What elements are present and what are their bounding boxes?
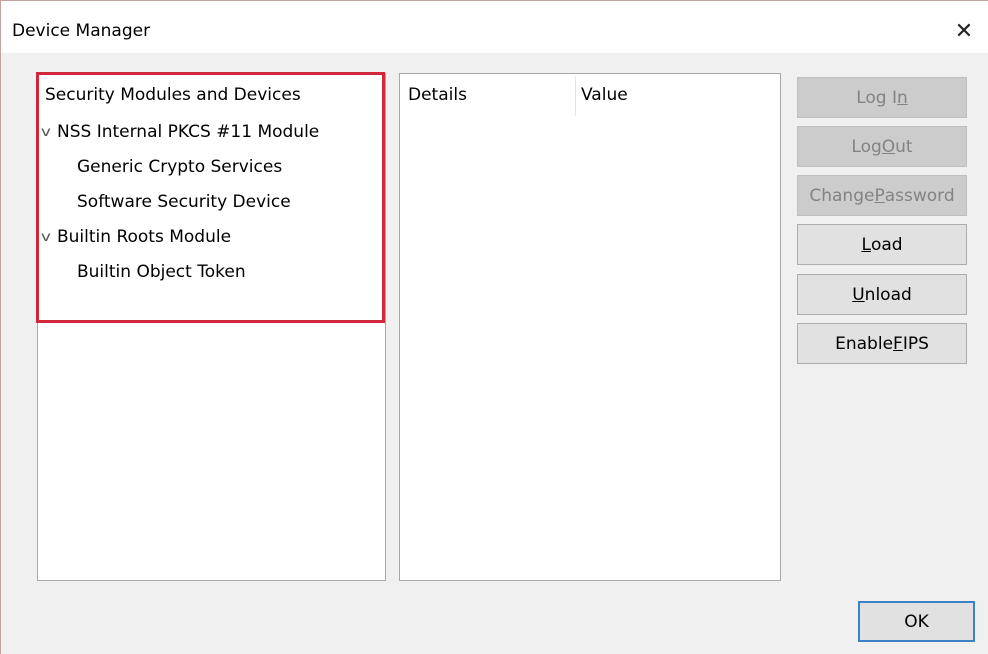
button-label: Log I bbox=[856, 87, 897, 108]
button-label: Change bbox=[809, 185, 875, 206]
button-label: IPS bbox=[902, 333, 929, 354]
title-bar: Device Manager ✕ bbox=[1, 1, 988, 53]
details-column-header[interactable]: Details bbox=[408, 85, 467, 105]
tree-item-label: Generic Crypto Services bbox=[77, 157, 283, 177]
enable-fips-button[interactable]: Enable F IPS bbox=[797, 323, 967, 364]
button-label: Log bbox=[851, 136, 882, 157]
ok-button[interactable]: OK bbox=[858, 601, 975, 642]
window-title: Device Manager bbox=[12, 21, 151, 41]
button-label: assword bbox=[884, 185, 955, 206]
tree-item-builtin-object-token[interactable]: Builtin Object Token bbox=[77, 257, 246, 287]
access-key: F bbox=[893, 333, 903, 354]
tree-column-header: Security Modules and Devices bbox=[45, 85, 301, 105]
log-in-button[interactable]: Log In bbox=[797, 77, 967, 118]
tree-item-software-security-device[interactable]: Software Security Device bbox=[77, 187, 291, 217]
tree-item-label: Builtin Roots Module bbox=[57, 227, 232, 247]
tree-item-builtin-roots-module[interactable]: v Builtin Roots Module bbox=[41, 222, 232, 252]
access-key: P bbox=[874, 185, 885, 206]
tree-item-nss-internal-module[interactable]: v NSS Internal PKCS #11 Module bbox=[41, 117, 320, 147]
change-password-button[interactable]: Change Password bbox=[797, 175, 967, 216]
access-key: U bbox=[852, 284, 865, 305]
access-key: n bbox=[897, 87, 908, 108]
load-button[interactable]: Load bbox=[797, 224, 967, 265]
chevron-down-icon[interactable]: v bbox=[41, 125, 59, 140]
tree-item-label: Software Security Device bbox=[77, 192, 291, 212]
tree-item-label: Builtin Object Token bbox=[77, 262, 246, 282]
button-label: ut bbox=[895, 136, 913, 157]
close-icon[interactable]: ✕ bbox=[942, 11, 986, 51]
access-key: L bbox=[861, 234, 871, 255]
tree-item-label: NSS Internal PKCS #11 Module bbox=[57, 122, 320, 142]
details-list[interactable]: Details Value bbox=[399, 73, 781, 581]
button-label: nload bbox=[864, 284, 912, 305]
button-label: Enable bbox=[835, 333, 894, 354]
device-manager-window: Device Manager ✕ Security Modules and De… bbox=[0, 0, 988, 654]
chevron-down-icon[interactable]: v bbox=[41, 230, 59, 245]
log-out-button[interactable]: Log Out bbox=[797, 126, 967, 167]
button-label: oad bbox=[870, 234, 903, 255]
column-divider[interactable] bbox=[575, 76, 576, 116]
access-key: O bbox=[881, 136, 896, 157]
tree-item-generic-crypto-services[interactable]: Generic Crypto Services bbox=[77, 152, 282, 182]
value-column-header[interactable]: Value bbox=[581, 85, 628, 105]
unload-button[interactable]: Unload bbox=[797, 274, 967, 315]
security-modules-tree[interactable]: Security Modules and Devices v NSS Inter… bbox=[36, 72, 386, 581]
